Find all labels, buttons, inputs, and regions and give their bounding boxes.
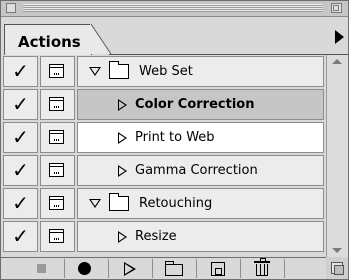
dialog-icon xyxy=(49,130,64,144)
toggle-dialog-box[interactable] xyxy=(40,122,75,153)
action-cell[interactable]: Print to Web xyxy=(77,122,324,153)
dialog-icon xyxy=(49,196,64,210)
dialog-icon xyxy=(49,64,64,78)
action-set-cell[interactable]: Web Set xyxy=(77,56,324,87)
collapse-triangle-icon[interactable] xyxy=(118,165,127,177)
toggle-dialog-box[interactable] xyxy=(40,188,75,219)
collapse-triangle-icon[interactable] xyxy=(118,231,127,243)
play-icon xyxy=(124,262,136,276)
expand-triangle-icon[interactable] xyxy=(89,67,101,76)
action-label: Color Correction xyxy=(135,97,255,112)
record-icon xyxy=(78,262,91,275)
close-box-icon[interactable] xyxy=(6,3,16,13)
list-item[interactable]: ✓ Web Set xyxy=(1,55,348,88)
toggle-item-checkbox[interactable]: ✓ xyxy=(3,89,38,120)
collapse-triangle-icon[interactable] xyxy=(118,132,127,144)
toggle-dialog-box[interactable] xyxy=(40,155,75,186)
action-label: Gamma Correction xyxy=(135,163,258,178)
list-item[interactable]: ✓ Gamma Correction xyxy=(1,154,348,187)
palette-menu-arrow-icon[interactable] xyxy=(335,30,344,44)
list-item[interactable]: ✓ Retouching xyxy=(1,187,348,220)
folder-icon xyxy=(109,61,129,79)
record-button[interactable] xyxy=(65,259,109,278)
tab-slant xyxy=(90,24,112,55)
new-action-icon xyxy=(211,262,225,276)
palette-title-bar[interactable] xyxy=(1,1,348,17)
zoom-box-icon[interactable] xyxy=(331,3,342,13)
toggle-item-checkbox[interactable]: ✓ xyxy=(3,122,38,153)
list-item[interactable]: ✓ Print to Web xyxy=(1,121,348,154)
tab-actions-label: Actions xyxy=(18,33,81,51)
new-action-button[interactable] xyxy=(197,259,241,278)
scroll-down-arrow-icon[interactable] xyxy=(332,248,342,253)
action-cell[interactable]: Color Correction xyxy=(77,89,324,120)
tab-actions[interactable]: Actions xyxy=(4,24,92,55)
toggle-dialog-box[interactable] xyxy=(40,56,75,87)
action-cell[interactable]: Gamma Correction xyxy=(77,155,324,186)
vertical-scrollbar[interactable] xyxy=(326,55,348,257)
action-label: Print to Web xyxy=(135,130,215,145)
trash-icon xyxy=(254,258,270,276)
list-item[interactable]: ✓ Color Correction xyxy=(1,88,348,121)
toggle-item-checkbox[interactable]: ✓ xyxy=(3,155,38,186)
folder-icon xyxy=(109,193,129,211)
action-label: Resize xyxy=(135,229,177,244)
folder-icon xyxy=(165,261,183,276)
delete-button[interactable] xyxy=(241,258,285,278)
dialog-icon xyxy=(49,163,64,177)
expand-triangle-icon[interactable] xyxy=(89,199,101,208)
scroll-up-arrow-icon[interactable] xyxy=(332,59,342,64)
actions-palette: Actions ✓ Web Set ✓ Color Correction ✓ P… xyxy=(0,0,349,280)
actions-list: ✓ Web Set ✓ Color Correction ✓ Print to … xyxy=(1,55,348,257)
list-item[interactable]: ✓ Resize xyxy=(1,220,348,253)
dialog-icon xyxy=(49,97,64,111)
new-set-button[interactable] xyxy=(153,259,197,278)
toggle-item-checkbox[interactable]: ✓ xyxy=(3,188,38,219)
collapse-triangle-icon[interactable] xyxy=(118,99,127,111)
action-cell[interactable]: Resize xyxy=(77,221,324,252)
actions-toolbar xyxy=(1,257,348,279)
action-set-label: Web Set xyxy=(139,64,193,79)
toggle-dialog-box[interactable] xyxy=(40,89,75,120)
toggle-dialog-box[interactable] xyxy=(40,221,75,252)
play-button[interactable] xyxy=(109,259,153,278)
toggle-item-checkbox[interactable]: ✓ xyxy=(3,56,38,87)
toggle-item-checkbox[interactable]: ✓ xyxy=(3,221,38,252)
resize-grip-icon[interactable] xyxy=(326,257,348,279)
tab-row: Actions xyxy=(1,17,348,55)
action-set-label: Retouching xyxy=(139,196,213,211)
action-set-cell[interactable]: Retouching xyxy=(77,188,324,219)
title-bar-stripes xyxy=(23,4,322,12)
stop-icon xyxy=(37,264,46,273)
dialog-icon xyxy=(49,229,64,243)
stop-button[interactable] xyxy=(21,259,65,278)
